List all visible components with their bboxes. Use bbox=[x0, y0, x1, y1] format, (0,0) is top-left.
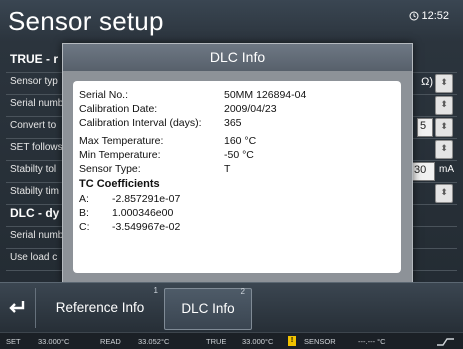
tc-a-label: A: bbox=[79, 193, 89, 205]
clock-time: 12:52 bbox=[421, 10, 449, 22]
tc-a-value: -2.857291e-07 bbox=[112, 193, 181, 205]
max-temperature-value: 160 °C bbox=[224, 135, 257, 147]
serial-no-value: 50MM 126894-04 bbox=[224, 89, 307, 101]
tab-number: 1 bbox=[153, 286, 158, 295]
true-label: TRUE bbox=[206, 337, 227, 346]
clock: 12:52 bbox=[409, 10, 449, 22]
field-value: 30 bbox=[414, 164, 427, 176]
row-label: Use load c bbox=[10, 252, 58, 263]
spin-icon[interactable]: ⬍ bbox=[435, 140, 453, 159]
tab-number: 2 bbox=[240, 287, 245, 296]
row-label: Convert to bbox=[10, 120, 57, 131]
sensor-type-value: T bbox=[224, 163, 231, 175]
back-arrow-icon bbox=[9, 301, 25, 313]
sensor-label: SENSOR bbox=[304, 337, 336, 346]
calibration-date-value: 2009/04/23 bbox=[224, 103, 277, 115]
sensor-type-label: Sensor Type: bbox=[79, 163, 141, 175]
spin-icon[interactable]: ⬍ bbox=[435, 96, 453, 115]
serial-no-label: Serial No.: bbox=[79, 89, 129, 101]
tc-b-value: 1.000346e00 bbox=[112, 207, 174, 219]
signal-icon bbox=[437, 338, 454, 346]
warning-icon: ! bbox=[288, 336, 296, 346]
spin-icon[interactable]: ⬍ bbox=[435, 118, 453, 137]
row-label: Stabilty tol bbox=[10, 164, 57, 175]
clock-icon bbox=[409, 11, 419, 21]
calibration-date-label: Calibration Date: bbox=[79, 103, 158, 115]
tab-dlc-info[interactable]: DLC Info 2 bbox=[164, 287, 252, 330]
min-temperature-label: Min Temperature: bbox=[79, 149, 161, 161]
tc-b-label: B: bbox=[79, 207, 89, 219]
set-label: SET bbox=[6, 337, 21, 346]
spin-icon[interactable]: ⬍ bbox=[435, 74, 453, 93]
calibration-interval-label: Calibration Interval (days): bbox=[79, 117, 202, 129]
dialog-title: DLC Info bbox=[63, 44, 412, 71]
sensor-setup-screen: Sensor setup 12:52 TRUE - r Sensor typ Ω… bbox=[0, 0, 463, 349]
row-label: Serial numb bbox=[10, 230, 64, 241]
dlc-info-dialog: DLC Info Serial No.: 50MM 126894-04 Cali… bbox=[62, 43, 413, 284]
row-label: Stabilty tim bbox=[10, 186, 59, 197]
section-heading: TRUE - r bbox=[10, 52, 58, 66]
row-value: Ω) bbox=[421, 76, 433, 88]
calibration-interval-value: 365 bbox=[224, 117, 242, 129]
section-heading: DLC - dy bbox=[10, 206, 60, 220]
page-title: Sensor setup bbox=[8, 6, 164, 36]
field-value: 5 bbox=[420, 120, 427, 132]
row-label: SET follows bbox=[10, 142, 63, 153]
sensor-value: ---.--- °C bbox=[358, 337, 386, 346]
value-field[interactable]: 30 bbox=[411, 162, 435, 181]
dialog-content: Serial No.: 50MM 126894-04 Calibration D… bbox=[73, 81, 401, 273]
set-value: 33.000°C bbox=[38, 337, 70, 346]
row-label: Serial numb bbox=[10, 98, 64, 109]
read-label: READ bbox=[100, 337, 121, 346]
unit-label: mA bbox=[439, 164, 454, 175]
tab-label: Reference Info bbox=[55, 300, 145, 315]
tab-reference-info[interactable]: Reference Info 1 bbox=[35, 286, 164, 328]
value-field[interactable]: 5 bbox=[417, 118, 433, 137]
row-label: Sensor typ bbox=[10, 76, 58, 87]
status-bar: SET 33.000°C READ 33.052°C TRUE 33.000°C… bbox=[0, 332, 463, 349]
tc-c-label: C: bbox=[79, 221, 90, 233]
bottom-tab-bar: Reference Info 1 DLC Info 2 bbox=[0, 282, 463, 333]
max-temperature-label: Max Temperature: bbox=[79, 135, 164, 147]
tc-coefficients-heading: TC Coefficients bbox=[79, 178, 160, 190]
spin-icon[interactable]: ⬍ bbox=[435, 184, 453, 203]
back-button[interactable] bbox=[6, 296, 28, 318]
tc-c-value: -3.549967e-02 bbox=[112, 221, 181, 233]
tab-label: DLC Info bbox=[181, 301, 235, 316]
read-value: 33.052°C bbox=[138, 337, 170, 346]
true-value: 33.000°C bbox=[242, 337, 274, 346]
min-temperature-value: -50 °C bbox=[224, 149, 254, 161]
